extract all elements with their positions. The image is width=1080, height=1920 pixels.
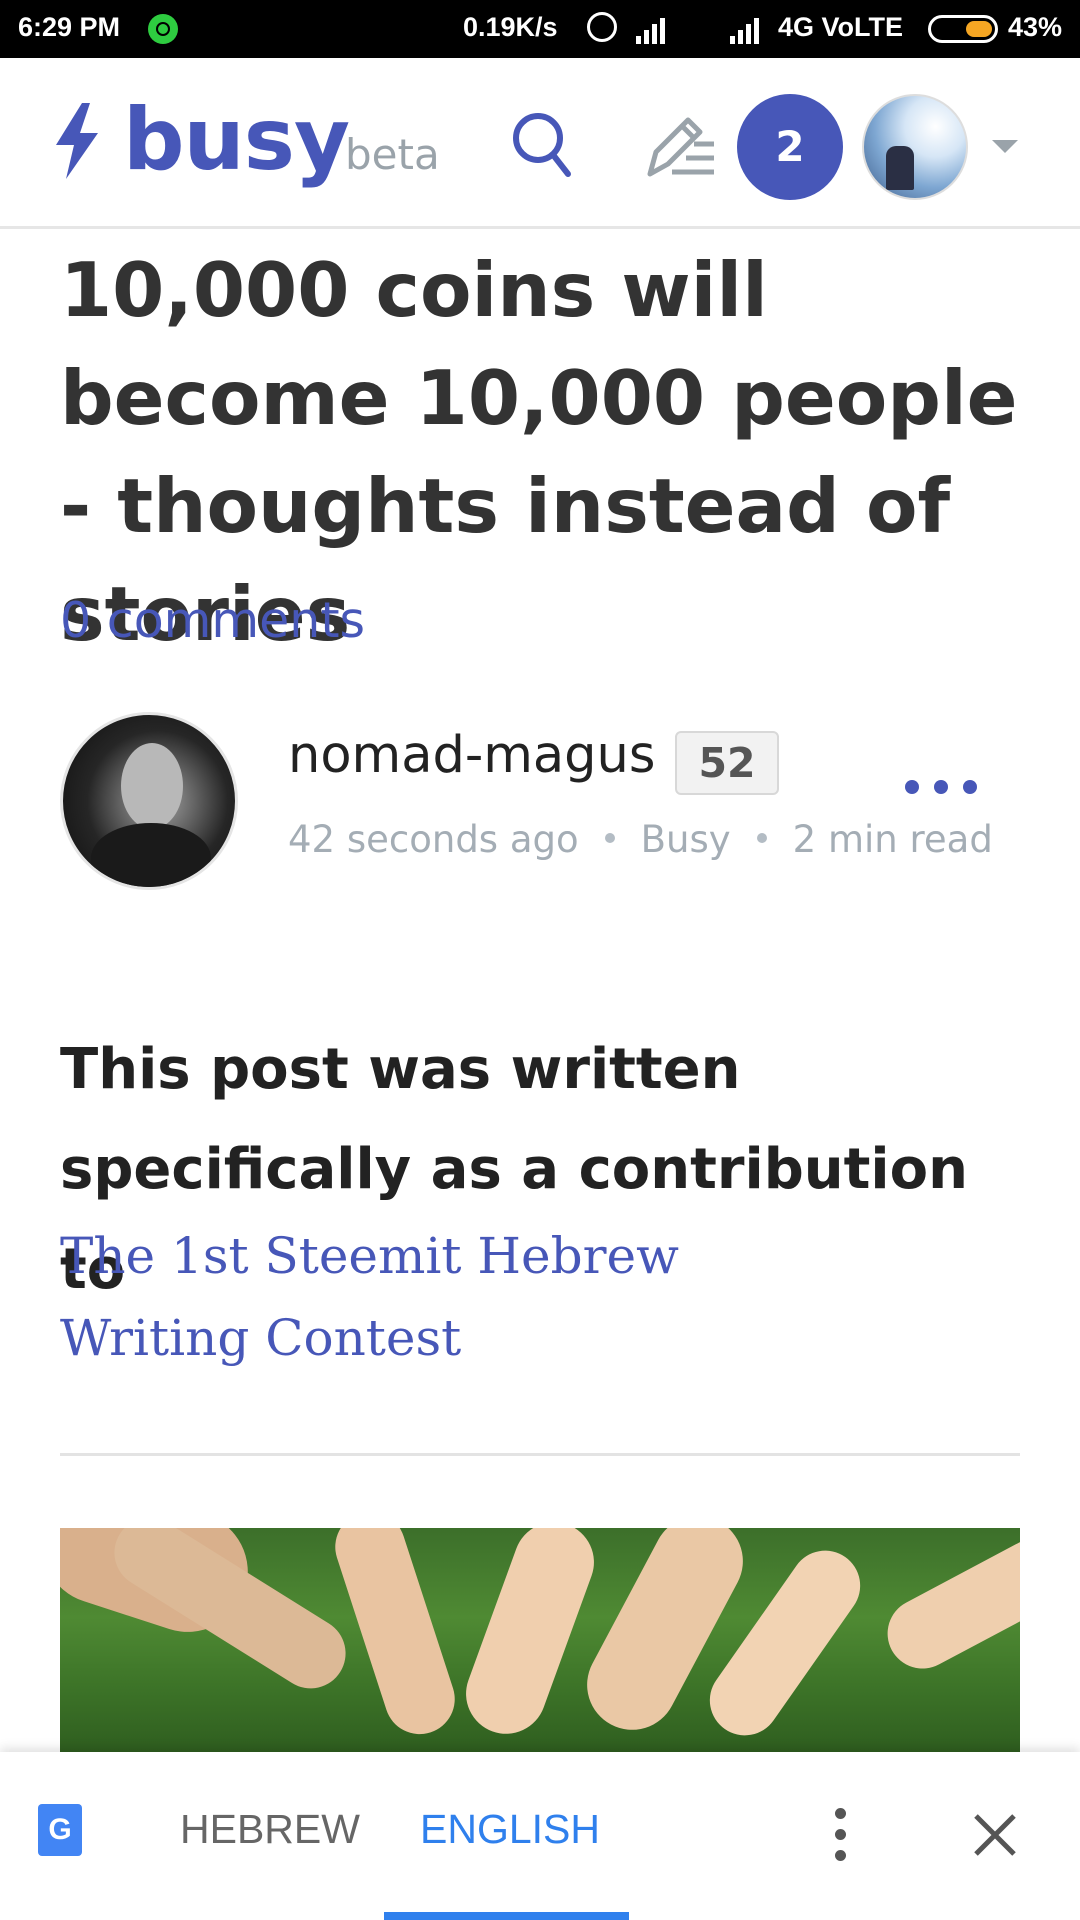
user-avatar[interactable] bbox=[862, 94, 968, 200]
separator-dot bbox=[756, 832, 767, 843]
search-icon[interactable] bbox=[510, 110, 574, 184]
network-type: 4G VoLTE bbox=[778, 12, 904, 42]
author-name[interactable]: nomad-magus bbox=[288, 726, 655, 785]
status-time: 6:29 PM bbox=[18, 12, 121, 42]
tab-hebrew[interactable]: HEBREW bbox=[180, 1806, 360, 1853]
busy-logo[interactable]: busy bbox=[123, 90, 350, 190]
reputation-badge: 52 bbox=[675, 731, 779, 795]
signal-icon-2 bbox=[730, 14, 770, 44]
lightning-icon[interactable] bbox=[52, 103, 102, 183]
contest-link[interactable]: The 1st Steemit Hebrew Writing Contest bbox=[60, 1215, 880, 1379]
battery-percent: 43% bbox=[1008, 12, 1063, 42]
divider bbox=[60, 1453, 1020, 1456]
battery-icon bbox=[928, 15, 998, 43]
tab-english[interactable]: ENGLISH bbox=[420, 1806, 600, 1853]
post-app[interactable]: Busy bbox=[641, 818, 731, 861]
close-icon[interactable] bbox=[972, 1812, 1018, 1862]
read-time: 2 min read bbox=[792, 818, 993, 861]
chevron-down-icon[interactable] bbox=[992, 140, 1018, 153]
google-translate-bar: G 文 HEBREW ENGLISH bbox=[0, 1752, 1080, 1920]
post-time[interactable]: 42 seconds ago bbox=[288, 818, 579, 861]
comments-link[interactable]: 0 comments bbox=[60, 592, 365, 649]
post-meta: 42 seconds ago Busy 2 min read bbox=[288, 818, 993, 861]
status-bar: 6:29 PM 0.19K/s 4G VoLTE 43% bbox=[0, 0, 1080, 58]
post-image[interactable] bbox=[60, 1528, 1020, 1752]
separator-dot bbox=[604, 832, 615, 843]
author-avatar[interactable] bbox=[60, 712, 238, 890]
more-options-icon[interactable] bbox=[905, 780, 977, 796]
more-vert-icon[interactable] bbox=[826, 1808, 854, 1864]
write-post-icon[interactable] bbox=[642, 108, 718, 188]
notifications-badge[interactable]: 2 bbox=[737, 94, 843, 200]
active-tab-indicator bbox=[384, 1912, 629, 1920]
signal-icon bbox=[636, 14, 676, 44]
app-header: busy beta 2 bbox=[0, 58, 1080, 229]
network-speed: 0.19K/s bbox=[463, 12, 558, 42]
whatsapp-icon bbox=[148, 14, 178, 44]
beta-label: beta bbox=[345, 130, 440, 179]
alarm-icon bbox=[587, 12, 617, 42]
google-translate-icon[interactable]: G 文 bbox=[38, 1804, 106, 1872]
translate-icon-letter: G bbox=[38, 1804, 82, 1856]
